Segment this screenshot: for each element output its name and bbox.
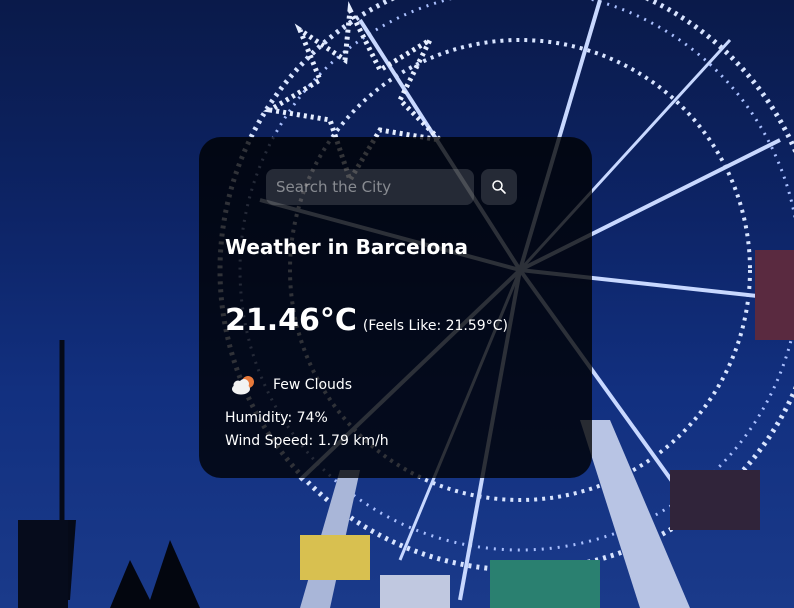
search-button[interactable] (481, 169, 517, 205)
tower-silhouette (18, 340, 76, 608)
weather-card: Weather in Barcelona 21.46°C (Feels Like… (199, 137, 592, 478)
feels-like-value: (Feels Like: 21.59°C) (362, 318, 508, 334)
temperature-row: 21.46°C (Feels Like: 21.59°C) (225, 303, 508, 338)
condition-row: Few Clouds (229, 373, 352, 397)
few-clouds-icon (232, 376, 254, 395)
humidity-text: Humidity: 74% (225, 410, 328, 426)
condition-text: Few Clouds (273, 377, 353, 393)
search-icon (492, 180, 506, 194)
search-bar (266, 169, 517, 205)
search-input[interactable] (266, 169, 474, 205)
temperature-value: 21.46°C (225, 303, 357, 338)
wind-speed-text: Wind Speed: 1.79 km/h (225, 433, 389, 449)
city-title: Weather in Barcelona (225, 235, 469, 259)
